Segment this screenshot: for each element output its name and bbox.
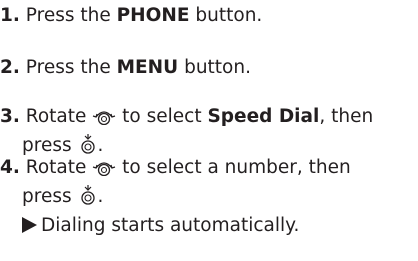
rotate-knob-icon [92, 156, 116, 184]
speed-dial-label: Speed Dial [207, 106, 320, 127]
step-text-before: Press the [25, 57, 111, 78]
step-1: 1. Press the PHONE button. [0, 3, 418, 29]
step-line-2: press . [0, 184, 418, 213]
step-text-middle: to select a number, then [122, 157, 351, 178]
step-2: 2. Press the MENU button. [0, 55, 418, 81]
phone-button-label: PHONE [116, 5, 190, 26]
step-text-line2-before: press [22, 135, 72, 156]
menu-button-label: MENU [116, 57, 179, 78]
step-text-after: button. [195, 5, 263, 26]
press-knob-icon [78, 185, 98, 213]
result-text: Dialing starts automatically. [41, 215, 300, 236]
step-text-before: Rotate [25, 157, 87, 178]
step-text-before: Rotate [25, 106, 87, 127]
step-text-line2-after: . [97, 135, 104, 156]
step-text-line2-after: . [97, 186, 104, 207]
step-4: 4. Rotate to select a number, then press [0, 155, 418, 239]
step-text-line2-before: press [22, 186, 72, 207]
right-triangle-arrow-icon [22, 217, 37, 233]
step-3: 3. Rotate to select Speed Dial, then pre… [0, 104, 418, 162]
step-number: 3. [0, 106, 20, 127]
rotate-knob-icon [92, 105, 116, 133]
step-text-after: , then [319, 106, 374, 127]
step-text-middle: to select [122, 106, 202, 127]
step-number: 4. [0, 157, 20, 178]
step-text-before: Press the [25, 5, 111, 26]
step-number: 2. [0, 57, 20, 78]
step-line-1: 4. Rotate to select a number, then [0, 155, 418, 184]
step-result: Dialing starts automatically. [0, 213, 418, 239]
step-line-1: 3. Rotate to select Speed Dial, then [0, 104, 418, 133]
step-text-after: button. [184, 57, 251, 78]
step-number: 1. [0, 5, 20, 26]
